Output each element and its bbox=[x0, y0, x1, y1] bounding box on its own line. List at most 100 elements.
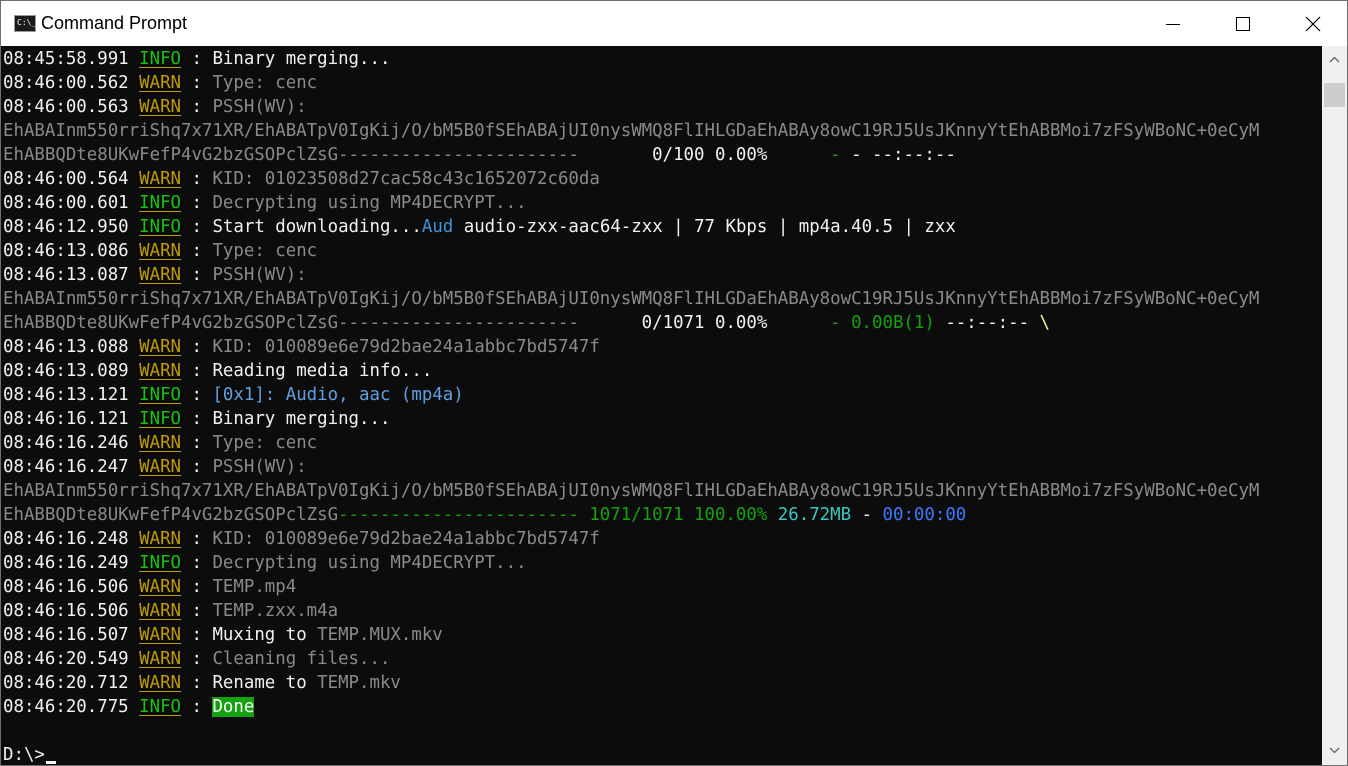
log-text: 26.72MB bbox=[777, 505, 852, 525]
timestamp: 08:46:12.950 bbox=[3, 217, 129, 237]
log-text: - 0.00B(1) bbox=[830, 313, 935, 333]
timestamp: 08:46:16.249 bbox=[3, 553, 129, 573]
log-text: EhABAInm550rriShq7x71XR/EhABATpV0IgKij/O… bbox=[3, 289, 1260, 309]
close-icon bbox=[1305, 16, 1321, 32]
separator: : bbox=[181, 577, 213, 597]
console-line: 08:46:16.507 WARN : Muxing to TEMP.MUX.m… bbox=[3, 623, 443, 647]
log-level-badge: INFO bbox=[139, 49, 182, 69]
log-text: Type: cenc bbox=[212, 241, 318, 261]
console-line: 08:46:20.549 WARN : Cleaning files... bbox=[3, 647, 390, 671]
separator: : bbox=[181, 49, 213, 69]
vertical-scrollbar[interactable] bbox=[1322, 46, 1347, 765]
console-line: 08:46:16.506 WARN : TEMP.mp4 bbox=[3, 575, 296, 599]
timestamp: 08:46:16.507 bbox=[3, 625, 129, 645]
scrollbar-thumb[interactable] bbox=[1324, 83, 1345, 107]
log-level-badge: WARN bbox=[139, 73, 182, 93]
console-line: 08:46:00.564 WARN : KID: 01023508d27cac5… bbox=[3, 167, 600, 191]
separator: : bbox=[181, 673, 213, 693]
scroll-down-button[interactable] bbox=[1322, 737, 1347, 765]
log-text: TEMP.mp4 bbox=[212, 577, 297, 597]
log-text: PSSH(WV): bbox=[212, 97, 307, 117]
console-line: EhABAInm550rriShq7x71XR/EhABATpV0IgKij/O… bbox=[3, 287, 1259, 311]
log-text: KID: 010089e6e79d2bae24a1abbc7bd5747f bbox=[212, 529, 600, 549]
timestamp: 08:46:20.775 bbox=[3, 697, 129, 717]
log-text: TEMP.MUX.mkv bbox=[317, 625, 443, 645]
separator: : bbox=[181, 433, 213, 453]
timestamp: 08:46:00.564 bbox=[3, 169, 129, 189]
log-text: Muxing to bbox=[212, 625, 318, 645]
timestamp: 08:46:20.549 bbox=[3, 649, 129, 669]
scroll-up-button[interactable] bbox=[1322, 46, 1347, 74]
log-text: - bbox=[851, 505, 883, 525]
separator: : bbox=[181, 529, 213, 549]
log-text: KID: 01023508d27cac58c43c1652072c60da bbox=[212, 169, 600, 189]
console-line: 08:46:16.247 WARN : PSSH(WV): bbox=[3, 455, 307, 479]
separator: : bbox=[181, 457, 213, 477]
maximize-icon bbox=[1236, 17, 1250, 31]
console-line: 08:46:13.089 WARN : Reading media info..… bbox=[3, 359, 432, 383]
log-level-badge: WARN bbox=[139, 337, 182, 357]
log-level-badge: WARN bbox=[139, 97, 182, 117]
log-text: PSSH(WV): bbox=[212, 265, 307, 285]
log-level-badge: WARN bbox=[139, 649, 182, 669]
log-text: Type: cenc bbox=[212, 433, 318, 453]
console-line: 08:46:00.563 WARN : PSSH(WV): bbox=[3, 95, 307, 119]
console-line: EhABBQDte8UKwFefP4vG2bzGSOPclZsG--------… bbox=[3, 503, 966, 527]
separator: : bbox=[181, 193, 213, 213]
minimize-button[interactable] bbox=[1138, 1, 1208, 46]
log-text: TEMP.zxx.m4a bbox=[212, 601, 339, 621]
timestamp: 08:46:00.601 bbox=[3, 193, 129, 213]
log-text: ----------------------- bbox=[338, 313, 579, 333]
log-text: Type: cenc bbox=[212, 73, 318, 93]
log-level-badge: WARN bbox=[139, 169, 182, 189]
log-text: 0/1071 0.00% bbox=[578, 313, 831, 333]
log-text: Cleaning files... bbox=[212, 649, 391, 669]
maximize-button[interactable] bbox=[1208, 1, 1278, 46]
separator: : bbox=[181, 241, 213, 261]
log-text: [0x1]: Audio, aac (mp4a) bbox=[212, 385, 464, 405]
separator: : bbox=[181, 73, 213, 93]
title-bar[interactable]: C:\_ Command Prompt bbox=[1, 1, 1347, 46]
timestamp: 08:46:13.087 bbox=[3, 265, 129, 285]
separator: : bbox=[181, 553, 213, 573]
prompt-path: D:\> bbox=[3, 745, 45, 765]
console-line: 08:46:13.086 WARN : Type: cenc bbox=[3, 239, 317, 263]
close-button[interactable] bbox=[1278, 1, 1348, 46]
log-text: 0/100 0.00% bbox=[578, 145, 831, 165]
log-level-badge: INFO bbox=[139, 193, 182, 213]
log-text: Reading media info... bbox=[212, 361, 433, 381]
console-line: 08:46:16.249 INFO : Decrypting using MP4… bbox=[3, 551, 527, 575]
console-line: 08:46:12.950 INFO : Start downloading...… bbox=[3, 215, 956, 239]
log-text: 00:00:00 bbox=[882, 505, 967, 525]
log-text: Start downloading... bbox=[212, 217, 422, 237]
separator: : bbox=[181, 361, 213, 381]
timestamp: 08:46:20.712 bbox=[3, 673, 129, 693]
log-level-badge: WARN bbox=[139, 577, 182, 597]
separator: : bbox=[181, 625, 213, 645]
scroll-down-arrow-icon bbox=[1329, 747, 1340, 754]
log-text: - bbox=[830, 145, 841, 165]
log-text: PSSH(WV): bbox=[212, 457, 307, 477]
console-output[interactable]: 08:45:58.991 INFO : Binary merging... 08:… bbox=[1, 46, 1322, 765]
minimize-icon bbox=[1166, 24, 1180, 25]
cmd-icon: C:\_ bbox=[14, 15, 36, 32]
timestamp: 08:46:00.563 bbox=[3, 97, 129, 117]
done-status: Done bbox=[212, 697, 255, 717]
log-level-badge: WARN bbox=[139, 241, 182, 261]
command-prompt-window: C:\_ Command Prompt 08:45:58.991 INFO : … bbox=[0, 0, 1348, 766]
timestamp: 08:46:13.086 bbox=[3, 241, 129, 261]
log-text: EhABBQDte8UKwFefP4vG2bzGSOPclZsG bbox=[3, 313, 339, 333]
timestamp: 08:46:13.121 bbox=[3, 385, 129, 405]
console-line: 08:46:13.088 WARN : KID: 010089e6e79d2ba… bbox=[3, 335, 600, 359]
